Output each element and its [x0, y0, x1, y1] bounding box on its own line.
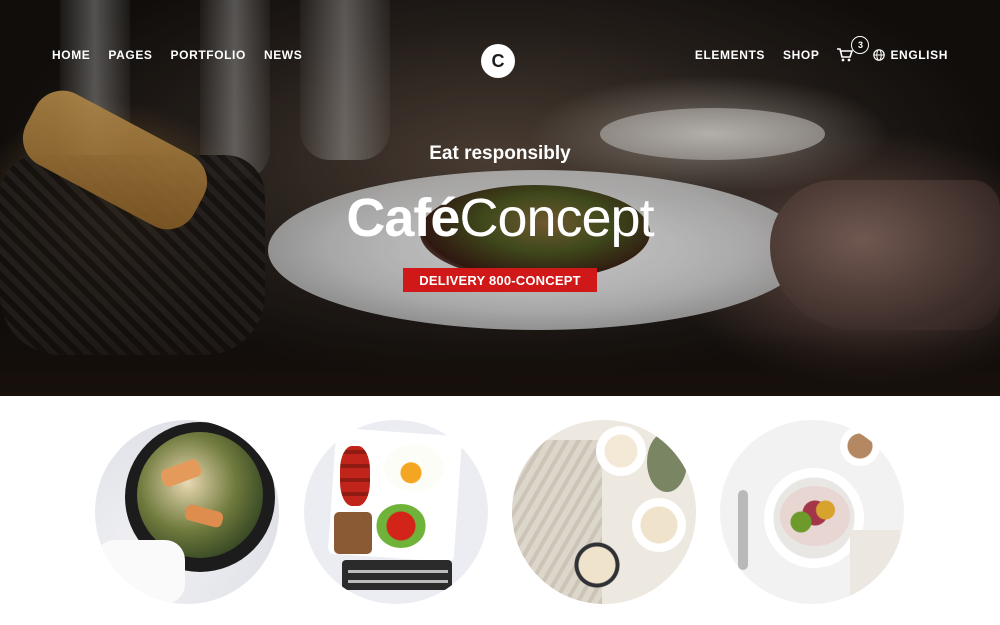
granola-bowl: [596, 426, 646, 476]
napkin-dark: [342, 560, 452, 590]
fork: [348, 580, 448, 583]
language-label: ENGLISH: [890, 48, 948, 62]
main-nav-left: HOME PAGES PORTFOLIO NEWS: [52, 48, 302, 62]
dish-image-granola[interactable]: [512, 420, 696, 604]
hero-tagline: Eat responsibly: [429, 143, 571, 164]
brand-bold-part: Café: [346, 188, 460, 248]
tomatoes-cucumber: [376, 504, 426, 548]
fruit-topping: [780, 486, 850, 546]
dish-image-salmon[interactable]: [95, 420, 279, 604]
egg: [384, 444, 444, 492]
peppers: [340, 446, 370, 506]
coffee-cup: [840, 426, 880, 466]
nav-news[interactable]: NEWS: [264, 48, 302, 62]
hero-brand-title: CaféConcept: [0, 188, 1000, 248]
cart-button[interactable]: 3: [837, 36, 870, 62]
dish-image-breakfast[interactable]: [304, 420, 488, 604]
nav-elements[interactable]: ELEMENTS: [695, 48, 765, 62]
brand-light-part: Concept: [459, 188, 654, 248]
cart-count-badge: 3: [851, 36, 870, 54]
nav-shop[interactable]: SHOP: [783, 48, 819, 62]
granola-bowl: [632, 498, 686, 552]
nav-home[interactable]: HOME: [52, 48, 90, 62]
logo-letter: C: [491, 50, 505, 71]
nav-portfolio[interactable]: PORTFOLIO: [171, 48, 246, 62]
leaf-branch: [647, 432, 687, 492]
granola-bowl: [572, 540, 622, 590]
main-nav-right: ELEMENTS SHOP 3 ENGLISH: [695, 36, 948, 62]
nav-pages[interactable]: PAGES: [108, 48, 152, 62]
spoon: [738, 490, 748, 570]
napkin-shape: [95, 540, 185, 604]
magazine: [850, 530, 900, 600]
globe-icon: [873, 49, 886, 61]
knife: [348, 570, 448, 573]
delivery-button[interactable]: DELIVERY 800-CONCEPT: [403, 268, 597, 292]
cart-icon: [837, 48, 854, 62]
bread-slice: [334, 512, 372, 554]
site-logo[interactable]: C: [481, 44, 515, 78]
language-selector[interactable]: ENGLISH: [873, 48, 948, 62]
dish-image-fruit-bowl[interactable]: [720, 420, 904, 604]
dish-gallery: [0, 396, 1000, 625]
